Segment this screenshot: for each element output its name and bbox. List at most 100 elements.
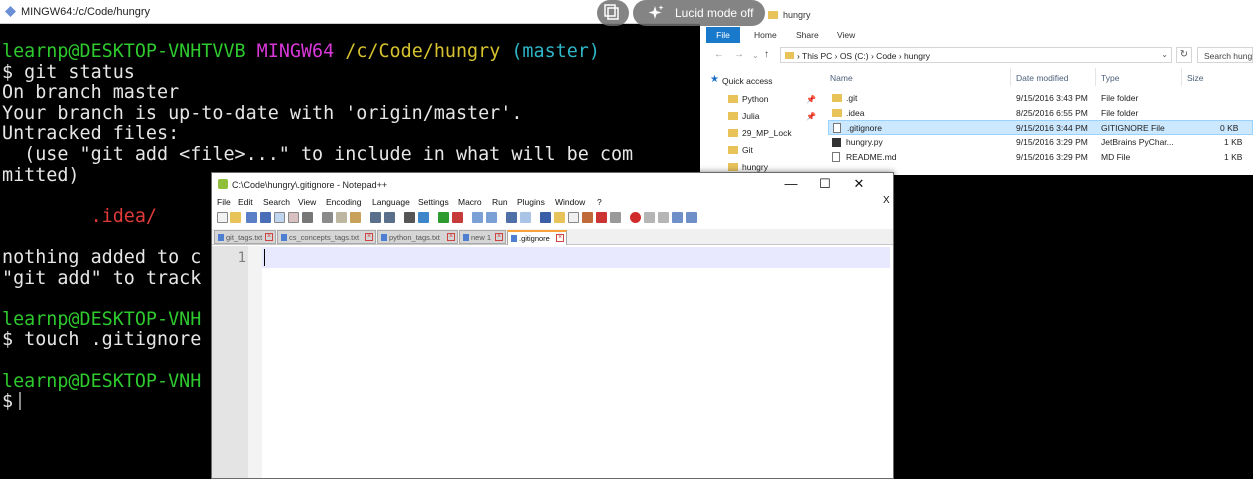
menu-settings[interactable]: Settings — [418, 197, 449, 207]
replace-icon[interactable] — [418, 212, 429, 223]
close-file-icon[interactable] — [274, 212, 285, 223]
stop-macro-icon[interactable] — [644, 212, 655, 223]
file-explorer-window[interactable]: hungry File Home Share View ← → ⌄ ↑ › Th… — [700, 0, 1253, 175]
tab-git-tags[interactable]: git_tags.txt × — [214, 230, 276, 244]
column-header-date[interactable]: Date modified — [1016, 73, 1068, 83]
quick-access[interactable]: Quick access — [722, 76, 773, 86]
copy-button[interactable] — [597, 0, 629, 26]
save-macro-icon[interactable] — [686, 212, 697, 223]
tab-label: python_tags.txt — [389, 233, 440, 242]
print-icon[interactable] — [302, 212, 313, 223]
menu-help[interactable]: ? — [597, 197, 602, 207]
close-icon[interactable]: × — [495, 233, 503, 241]
minimize-button[interactable]: — — [774, 174, 808, 194]
menu-plugins[interactable]: Plugins — [517, 197, 545, 207]
monitoring-icon[interactable] — [610, 212, 621, 223]
maximize-button[interactable]: ☐ — [808, 174, 842, 194]
lucid-mode-toggle[interactable]: Lucid mode off — [633, 0, 765, 26]
column-divider[interactable] — [1181, 68, 1182, 86]
zoom-out-icon[interactable] — [452, 212, 463, 223]
open-file-icon[interactable] — [230, 212, 241, 223]
tab-cs-concepts-tags[interactable]: cs_concepts_tags.txt × — [277, 230, 376, 244]
chevron-down-icon[interactable]: ⌄ — [1161, 50, 1168, 59]
close-icon[interactable]: × — [265, 233, 273, 241]
pin-icon[interactable]: 📌 — [806, 112, 816, 121]
paste-icon[interactable] — [350, 212, 361, 223]
file-icon — [281, 234, 287, 241]
record-macro-icon[interactable] — [630, 212, 641, 223]
file-type: GITIGNORE File — [1101, 123, 1165, 133]
notepad-plus-plus-window[interactable]: C:\Code\hungry\.gitignore - Notepad++ — … — [211, 172, 894, 479]
column-divider[interactable] — [1010, 68, 1011, 86]
cut-icon[interactable] — [322, 212, 333, 223]
ribbon-tab-share[interactable]: Share — [796, 27, 819, 43]
menu-macro[interactable]: Macro — [458, 197, 482, 207]
file-row[interactable]: README.md 9/15/2016 3:29 PM MD File 1 KB — [828, 150, 1253, 165]
search-input[interactable]: Search hung — [1197, 47, 1253, 63]
refresh-icon[interactable]: ↻ — [1176, 47, 1192, 63]
close-button[interactable]: ✕ — [842, 174, 876, 194]
folder-workspace-icon[interactable] — [596, 212, 607, 223]
breadcrumb[interactable]: › This PC › OS (C:) › Code › hungry — [797, 51, 930, 61]
up-arrow-icon[interactable]: ↑ — [764, 49, 769, 60]
close-icon[interactable]: × — [556, 234, 564, 242]
forward-arrow-icon[interactable]: → — [734, 49, 744, 60]
menu-encoding[interactable]: Encoding — [326, 197, 361, 207]
new-file-icon[interactable] — [217, 212, 228, 223]
close-document-button[interactable]: X — [883, 195, 890, 206]
ribbon-tab-file[interactable]: File — [706, 27, 740, 43]
file-row[interactable]: .idea 8/25/2016 6:55 PM File folder — [828, 106, 1253, 121]
menu-file[interactable]: File — [217, 197, 231, 207]
tab-new-1[interactable]: new 1 × — [459, 230, 506, 244]
back-arrow-icon[interactable]: ← — [714, 49, 724, 60]
menu-language[interactable]: Language — [372, 197, 410, 207]
column-header-size[interactable]: Size — [1187, 73, 1204, 83]
function-list-icon[interactable] — [582, 212, 593, 223]
column-header-type[interactable]: Type — [1101, 73, 1119, 83]
find-icon[interactable] — [404, 212, 415, 223]
tab-python-tags[interactable]: python_tags.txt × — [377, 230, 458, 244]
ribbon-tab-home[interactable]: Home — [754, 27, 777, 43]
notepad-titlebar[interactable]: C:\Code\hungry\.gitignore - Notepad++ — … — [212, 173, 893, 195]
fold-margin[interactable] — [248, 246, 262, 478]
word-wrap-icon[interactable] — [506, 212, 517, 223]
redo-icon[interactable] — [384, 212, 395, 223]
tab-gitignore[interactable]: .gitignore × — [507, 230, 567, 245]
file-list: Name Date modified Type Size .git 9/15/2… — [820, 68, 1253, 175]
terminal-titlebar[interactable]: MINGW64:/c/Code/hungry — [0, 0, 700, 24]
menu-run[interactable]: Run — [492, 197, 508, 207]
sync-horizontal-icon[interactable] — [486, 212, 497, 223]
play-macro-icon[interactable] — [658, 212, 669, 223]
column-divider[interactable] — [1095, 68, 1096, 86]
sync-vertical-icon[interactable] — [472, 212, 483, 223]
pin-icon[interactable]: 📌 — [806, 95, 816, 104]
close-icon[interactable]: × — [447, 233, 455, 241]
save-all-icon[interactable] — [260, 212, 271, 223]
copy-icon[interactable] — [336, 212, 347, 223]
undo-icon[interactable] — [370, 212, 381, 223]
folder-icon — [832, 94, 842, 102]
indent-guide-icon[interactable] — [540, 212, 551, 223]
text-editor[interactable]: 1 — [212, 246, 893, 478]
address-bar[interactable]: › This PC › OS (C:) › Code › hungry ⌄ — [780, 47, 1172, 63]
menu-search[interactable]: Search — [263, 197, 290, 207]
document-map-icon[interactable] — [568, 212, 579, 223]
recent-chevron-icon[interactable]: ⌄ — [752, 51, 759, 60]
show-all-chars-icon[interactable] — [520, 212, 531, 223]
column-header-name[interactable]: Name — [830, 73, 853, 83]
explorer-titlebar[interactable]: hungry — [700, 0, 1253, 24]
zoom-in-icon[interactable] — [438, 212, 449, 223]
user-language-icon[interactable] — [554, 212, 565, 223]
menu-window[interactable]: Window — [555, 197, 585, 207]
menu-edit[interactable]: Edit — [238, 197, 253, 207]
file-row[interactable]: hungry.py 9/15/2016 3:29 PM JetBrains Py… — [828, 135, 1253, 150]
save-icon[interactable] — [246, 212, 257, 223]
close-all-icon[interactable] — [288, 212, 299, 223]
menu-view[interactable]: View — [298, 197, 316, 207]
folder-icon — [728, 163, 738, 171]
file-row-selected[interactable]: .gitignore 9/15/2016 3:44 PM GITIGNORE F… — [828, 120, 1253, 135]
run-macro-multiple-icon[interactable] — [672, 212, 683, 223]
ribbon-tab-view[interactable]: View — [837, 27, 855, 43]
close-icon[interactable]: × — [365, 233, 373, 241]
file-row[interactable]: .git 9/15/2016 3:43 PM File folder — [828, 91, 1253, 106]
